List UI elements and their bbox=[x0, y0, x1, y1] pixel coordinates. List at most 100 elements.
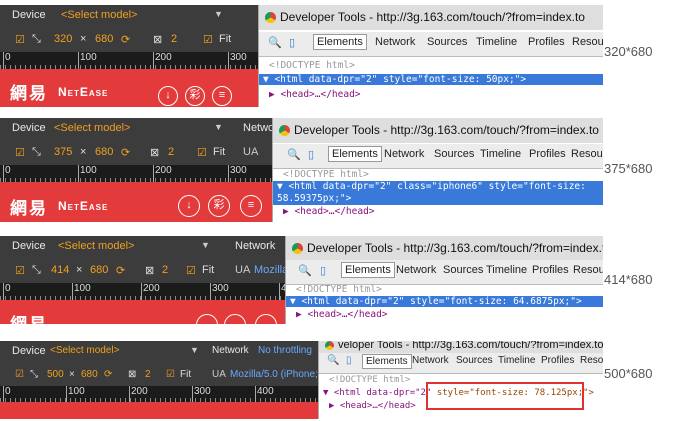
color-icon[interactable] bbox=[224, 314, 246, 324]
rotate-arrows-icon[interactable]: ⤡ bbox=[30, 369, 38, 380]
checkbox-icon[interactable]: ☑ bbox=[15, 369, 24, 380]
swap-icon[interactable]: ⟳ bbox=[121, 33, 130, 46]
device-mode-icon[interactable]: ▯ bbox=[346, 355, 352, 366]
html-element-line[interactable]: ▼ <html data-dpr="2" style="font-size: 5… bbox=[259, 74, 603, 85]
devtools-window: Developer Tools - http://3g.163.com/touc… bbox=[285, 236, 603, 324]
tab-sources[interactable]: Sources bbox=[427, 36, 467, 48]
chevron-down-icon[interactable]: ▼ bbox=[190, 345, 199, 355]
tab-timeline[interactable]: Timeline bbox=[486, 264, 527, 276]
menu-icon[interactable]: ≡ bbox=[212, 86, 232, 106]
tab-profiles[interactable]: Profiles bbox=[541, 355, 574, 366]
model-select[interactable]: <Select model> bbox=[54, 122, 130, 134]
color-icon[interactable]: 彩 bbox=[208, 195, 230, 217]
devtools-title: veloper Tools - http://3g.163.com/touch/… bbox=[338, 341, 603, 351]
width-input[interactable]: 320 bbox=[54, 33, 72, 45]
checkbox-icon[interactable]: ☑ bbox=[15, 146, 25, 159]
search-icon[interactable]: 🔍 bbox=[327, 355, 339, 366]
download-icon[interactable]: ↓ bbox=[178, 195, 200, 217]
rotate-arrows-icon[interactable]: ⤡ bbox=[32, 146, 41, 159]
swap-icon[interactable]: ⟳ bbox=[116, 264, 125, 277]
chevron-down-icon[interactable]: ▼ bbox=[214, 122, 223, 132]
scale-input[interactable]: 2 bbox=[162, 264, 168, 276]
device-mode-icon[interactable]: ▯ bbox=[320, 264, 326, 277]
menu-icon[interactable]: ≡ bbox=[240, 195, 262, 217]
tab-timeline[interactable]: Timeline bbox=[498, 355, 535, 366]
fit-checkbox[interactable]: ☑ bbox=[166, 369, 175, 380]
rotate-arrows-icon[interactable]: ⤡ bbox=[32, 33, 41, 46]
search-icon[interactable]: 🔍 bbox=[298, 264, 312, 277]
download-icon[interactable] bbox=[196, 314, 218, 324]
mobile-page-header: 網易 NetEase ↓ 彩 ≡ bbox=[0, 182, 272, 222]
tab-resources[interactable]: Resour bbox=[571, 148, 603, 160]
tab-resources[interactable]: Resour bbox=[580, 355, 603, 366]
tab-profiles[interactable]: Profiles bbox=[532, 264, 569, 276]
head-element-line[interactable]: ▶ <head>…</head> bbox=[329, 401, 416, 411]
fit-checkbox[interactable]: ☑ bbox=[197, 146, 207, 159]
tab-sources[interactable]: Sources bbox=[443, 264, 483, 276]
width-input[interactable]: 414 bbox=[51, 264, 69, 276]
height-input[interactable]: 680 bbox=[90, 264, 108, 276]
device-mode-icon[interactable]: ▯ bbox=[289, 36, 295, 49]
ruler-label: 0 bbox=[5, 165, 11, 176]
search-icon[interactable]: 🔍 bbox=[287, 148, 301, 161]
width-input[interactable]: 500 bbox=[47, 369, 64, 380]
tab-elements[interactable]: Elements bbox=[313, 34, 367, 50]
tab-sources[interactable]: Sources bbox=[434, 148, 474, 160]
html-element-line[interactable]: ▼ <html data-dpr="2" class="iphone6" sty… bbox=[273, 181, 603, 205]
scale-input[interactable]: 2 bbox=[171, 33, 177, 45]
fit-checkbox[interactable]: ☑ bbox=[186, 264, 196, 277]
model-select[interactable]: <Select model> bbox=[58, 240, 134, 252]
times-sign: × bbox=[80, 146, 87, 158]
chevron-down-icon[interactable]: ▼ bbox=[214, 9, 223, 19]
ua-label: UA bbox=[243, 146, 259, 158]
swap-icon[interactable]: ⟳ bbox=[121, 146, 130, 159]
tab-network[interactable]: Network bbox=[412, 355, 449, 366]
dimension-row: ☑ ⤡ 375 × 680 ⟳ ⊠ 2 ☑ Fit UA bbox=[0, 143, 272, 165]
ua-value[interactable]: Mozilla bbox=[254, 264, 288, 276]
devtools-window: Developer Tools - http://3g.163.com/touc… bbox=[258, 5, 603, 107]
height-input[interactable]: 680 bbox=[95, 33, 113, 45]
model-select[interactable]: <Select model> bbox=[61, 9, 137, 21]
chevron-down-icon[interactable]: ▼ bbox=[201, 240, 210, 250]
ruler: 0 100 200 300 bbox=[0, 165, 272, 182]
search-icon[interactable]: 🔍 bbox=[268, 36, 282, 49]
ua-value[interactable]: Mozilla/5.0 (iPhone; bbox=[230, 369, 318, 380]
tab-sources[interactable]: Sources bbox=[456, 355, 493, 366]
head-element-line[interactable]: ▶ <head>…</head> bbox=[296, 309, 388, 320]
height-input[interactable]: 680 bbox=[95, 146, 113, 158]
head-element-line[interactable]: ▶ <head>…</head> bbox=[283, 206, 375, 217]
swap-icon[interactable]: ⟳ bbox=[104, 369, 112, 380]
rotate-arrows-icon[interactable]: ⤡ bbox=[32, 264, 41, 277]
tab-profiles[interactable]: Profiles bbox=[529, 148, 566, 160]
tab-network[interactable]: Network bbox=[396, 264, 436, 276]
checkbox-icon[interactable]: ☑ bbox=[15, 33, 25, 46]
scale-input[interactable]: 2 bbox=[168, 146, 174, 158]
tab-timeline[interactable]: Timeline bbox=[480, 148, 521, 160]
tab-profiles[interactable]: Profiles bbox=[528, 36, 565, 48]
netease-logo-en: NetEase bbox=[58, 199, 109, 213]
tab-elements[interactable]: Elements bbox=[341, 262, 395, 278]
head-element-line[interactable]: ▶ <head>…</head> bbox=[269, 89, 361, 100]
tab-elements[interactable]: Elements bbox=[328, 146, 382, 162]
width-input[interactable]: 375 bbox=[54, 146, 72, 158]
checkbox-icon[interactable]: ☑ bbox=[15, 264, 25, 277]
chrome-icon bbox=[325, 341, 334, 350]
devtools-title: Developer Tools - http://3g.163.com/touc… bbox=[307, 241, 603, 255]
tab-timeline[interactable]: Timeline bbox=[476, 36, 517, 48]
tab-network[interactable]: Network bbox=[375, 36, 415, 48]
download-icon[interactable]: ↓ bbox=[158, 86, 178, 106]
menu-icon[interactable] bbox=[255, 314, 277, 324]
tab-resources[interactable]: Resour bbox=[572, 36, 603, 48]
device-mode-icon[interactable]: ▯ bbox=[308, 148, 314, 161]
height-input[interactable]: 680 bbox=[81, 369, 98, 380]
model-select[interactable]: <Select model> bbox=[50, 345, 120, 356]
tab-network[interactable]: Network bbox=[384, 148, 424, 160]
scale-input[interactable]: 2 bbox=[145, 369, 151, 380]
tab-elements[interactable]: Elements bbox=[362, 354, 412, 369]
throttling-select[interactable]: No throttling bbox=[258, 345, 312, 356]
color-icon[interactable]: 彩 bbox=[185, 86, 205, 106]
html-element-line[interactable]: ▼ <html data-dpr="2" style="font-size: 6… bbox=[286, 296, 603, 307]
fit-checkbox[interactable]: ☑ bbox=[203, 33, 213, 46]
tab-resources[interactable]: Resour bbox=[573, 264, 603, 276]
devtools-title: Developer Tools - http://3g.163.com/touc… bbox=[280, 10, 585, 24]
